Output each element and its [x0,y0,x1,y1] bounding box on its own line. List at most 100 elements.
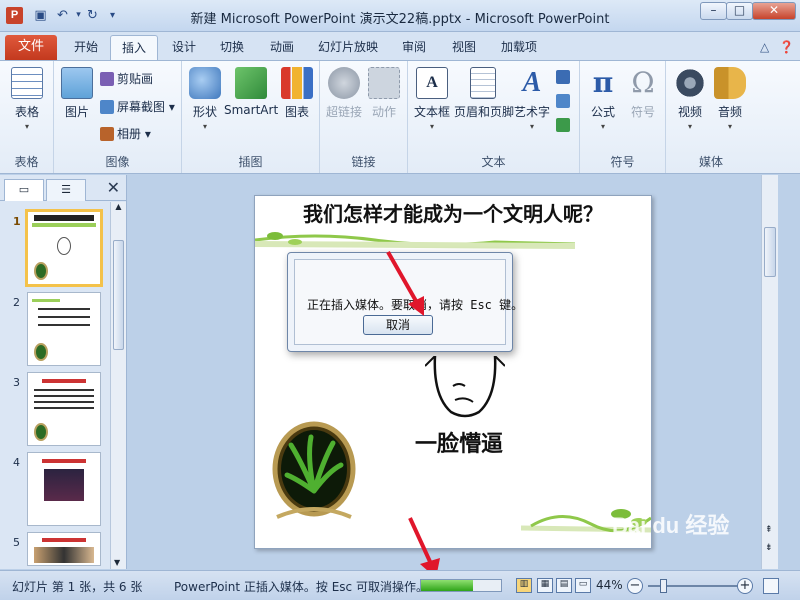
thumb-plant [34,262,48,280]
pi-icon: π [592,66,614,99]
slide-number-icon [556,94,570,108]
cancel-button[interactable]: 取消 [363,315,433,335]
speaker-icon [714,67,746,99]
shapes-button[interactable]: 形状 ▾ [188,67,222,131]
hyperlink-button[interactable]: 超链接 [326,67,362,120]
thumb-face [57,237,71,255]
audio-button[interactable]: 音频 ▾ [712,67,748,131]
symbol-button[interactable]: Ω 符号 [626,67,660,120]
fit-to-window-icon[interactable] [763,578,779,594]
slide-thumbnail-1[interactable]: 1 [0,209,110,287]
group-text: A 文本框 ▾ 页眉和页脚 A 艺术字 ▾ 文本 [408,61,580,173]
tab-design[interactable]: 设计 [162,35,206,60]
minimize-ribbon-icon[interactable]: △ [760,40,769,54]
dropdown-arrow-icon: ▾ [529,122,534,131]
zoom-in-icon[interactable]: + [737,578,753,594]
group-table: 表格 ▾ 表格 [0,61,54,173]
slide-thumbnail-2[interactable]: 2 [0,292,110,368]
film-reel-icon [674,67,706,99]
editor-scrollbar[interactable]: ⇞ ⇟ [761,175,778,569]
maximize-button[interactable]: □ [726,2,753,20]
reading-view-icon[interactable]: ▤ [556,578,572,593]
table-button[interactable]: 表格 ▾ [10,67,44,131]
tab-animations[interactable]: 动画 [260,35,304,60]
dropdown-arrow-icon: ▾ [202,122,207,131]
screenshot-icon [100,100,114,114]
current-slide[interactable]: 我们怎样才能成为一个文明人呢？ 一脸懵逼 [254,195,652,549]
tab-review[interactable]: 审阅 [392,35,436,60]
thumb-photo [34,547,94,563]
tab-view[interactable]: 视图 [442,35,486,60]
normal-view-icon[interactable]: ▥ [516,578,532,593]
slide-title[interactable]: 我们怎样才能成为一个文明人呢？ [255,198,651,227]
slide-sorter-icon[interactable]: ▦ [537,578,553,593]
progress-fill [421,580,473,591]
zoom-level[interactable]: 44% [596,578,623,592]
plant-picture-frame[interactable] [271,421,357,525]
album-icon [100,127,114,141]
scrollbar-thumb[interactable] [764,227,776,277]
slides-pane-scrollbar[interactable]: ▲ ▼ [110,202,126,569]
ribbon-tabs: 文件 开始 插入 设计 切换 动画 幻灯片放映 审阅 视图 加载项 △ ❓ [0,32,800,60]
slide-thumbnail-3[interactable]: 3 [0,372,110,448]
zoom-out-icon[interactable]: − [627,578,643,594]
previous-slide-icon[interactable]: ⇞ [765,525,773,535]
album-button[interactable]: 相册 ▾ [100,124,151,144]
equation-button[interactable]: π 公式 ▾ [586,66,620,132]
slide-preview [27,372,101,446]
outline-tab-icon[interactable]: ☰ [46,179,86,201]
slide-preview [25,209,103,287]
picture-button[interactable]: 图片 [60,67,94,120]
date-time-button[interactable] [556,67,573,87]
help-icon[interactable]: ❓ [779,40,794,54]
status-bar: 幻灯片 第 1 张，共 6 张 PowerPoint 正插入媒体。按 Esc 可… [0,570,800,600]
textbox-icon: A [416,67,448,99]
close-pane-icon[interactable]: ✕ [107,178,120,197]
slideshow-view-icon[interactable]: ▭ [575,578,591,593]
tab-home[interactable]: 开始 [64,35,108,60]
tab-addins[interactable]: 加载项 [492,35,546,60]
clipart-button[interactable]: 剪贴画 [100,69,153,89]
dropdown-arrow-icon: ▾ [429,122,434,131]
group-label-media: 媒体 [698,155,723,169]
scroll-up-icon[interactable]: ▲ [111,202,126,211]
meme-caption[interactable]: 一脸懵逼 [415,426,503,458]
action-button[interactable]: 动作 [366,67,402,120]
thumb-vine [32,299,60,302]
smartart-icon [235,67,267,99]
close-button[interactable]: ✕ [752,2,796,20]
action-icon [368,67,400,99]
slide-counter: 幻灯片 第 1 张，共 6 张 [12,580,143,594]
smartart-button[interactable]: SmartArt [224,67,278,117]
slides-pane: ▭ ☰ ✕ 1 2 3 4 5 ▲ ▼ [0,175,127,569]
video-button[interactable]: 视频 ▾ [672,67,708,131]
thumb-vine [32,223,96,227]
tab-slideshow[interactable]: 幻灯片放映 [312,35,384,60]
slides-tab-icon[interactable]: ▭ [4,179,44,201]
tab-transitions[interactable]: 切换 [210,35,254,60]
thumb-line [38,308,90,310]
scrollbar-thumb[interactable] [113,240,124,350]
textbox-button[interactable]: A 文本框 ▾ [412,67,452,131]
thumb-plant [34,423,48,441]
slide-thumbnail-4[interactable]: 4 [0,452,110,528]
insert-progress-bar [420,579,502,592]
zoom-slider-knob[interactable] [660,579,667,593]
thumb-line [34,401,94,403]
group-illustrations: 形状 ▾ SmartArt 图表 插图 [182,61,320,173]
chart-button[interactable]: 图表 [280,67,314,120]
group-links: 超链接 动作 链接 [320,61,408,173]
slide-number-button[interactable] [556,91,573,111]
group-symbols: π 公式 ▾ Ω 符号 符号 [580,61,666,173]
screenshot-button[interactable]: 屏幕截图 ▾ [100,97,175,117]
wordart-button[interactable]: A 艺术字 ▾ [514,67,550,131]
slide-preview [27,452,101,526]
header-footer-button[interactable]: 页眉和页脚 [454,67,514,120]
scroll-down-icon[interactable]: ▼ [114,558,120,567]
tab-insert[interactable]: 插入 [110,35,158,60]
tab-file[interactable]: 文件 [5,35,57,60]
object-button[interactable] [556,115,573,135]
window-title: 新建 Microsoft PowerPoint 演示文22稿.pptx - Mi… [190,12,610,27]
next-slide-icon[interactable]: ⇟ [765,543,773,553]
minimize-button[interactable]: – [700,2,727,20]
